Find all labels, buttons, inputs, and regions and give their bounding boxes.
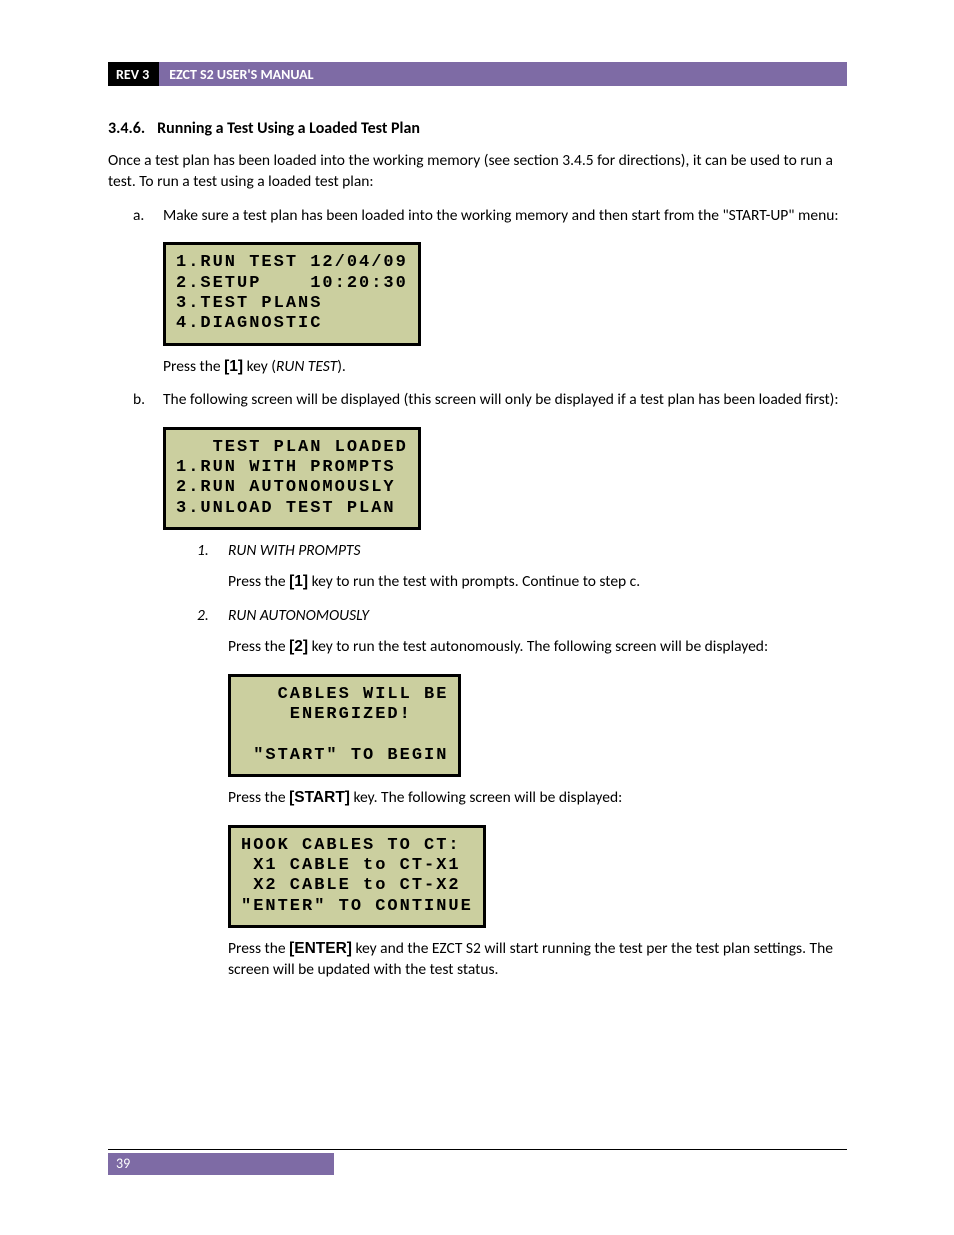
option-1-line: Press the [1] key to run the test with p… [228, 571, 847, 592]
step-a-text: Make sure a test plan has been loaded in… [163, 205, 847, 226]
step-a-after: Press the [1] key (RUN TEST). [163, 356, 847, 377]
lcd-test-plan-loaded: TEST PLAN LOADED 1.RUN WITH PROMPTS 2.RU… [163, 427, 421, 531]
option-1-title: RUN WITH PROMPTS [228, 541, 360, 560]
option-2-after1: Press the [START] key. The following scr… [228, 787, 847, 808]
key-enter: [ENTER] [289, 940, 352, 957]
section-number: 3.4.6. [108, 118, 145, 140]
option-2-marker: 2. [197, 605, 209, 626]
option-2: 2. RUN AUTONOMOUSLY Press the [2] key to… [163, 605, 847, 981]
section-intro: Once a test plan has been loaded into th… [108, 150, 847, 193]
key-2: [2] [289, 638, 308, 655]
section-heading: 3.4.6. Running a Test Using a Loaded Test… [108, 118, 847, 140]
step-b-text: The following screen will be displayed (… [163, 389, 847, 410]
header-rev: REV 3 [108, 62, 159, 86]
lcd-hook-cables: HOOK CABLES TO CT: X1 CABLE to CT-X1 X2 … [228, 825, 486, 929]
step-b: b. The following screen will be displaye… [108, 389, 847, 981]
step-b-marker: b. [133, 389, 145, 410]
lcd-cables-energized: CABLES WILL BE ENERGIZED! "START" TO BEG… [228, 674, 461, 778]
step-a: a. Make sure a test plan has been loaded… [108, 205, 847, 377]
section-title: Running a Test Using a Loaded Test Plan [157, 119, 420, 138]
lcd-startup-menu: 1.RUN TEST 12/04/09 2.SETUP 10:20:30 3.T… [163, 242, 421, 346]
header-title: EZCT S2 USER'S MANUAL [159, 66, 313, 83]
key-1b: [1] [289, 573, 308, 590]
page-header: REV 3 EZCT S2 USER'S MANUAL [108, 62, 847, 86]
page-content: 3.4.6. Running a Test Using a Loaded Test… [108, 118, 847, 993]
key-start: [START] [289, 789, 350, 806]
page-number: 39 [108, 1153, 334, 1175]
option-1: 1. RUN WITH PROMPTS Press the [1] key to… [163, 540, 847, 593]
option-1-marker: 1. [197, 540, 209, 561]
option-2-line: Press the [2] key to run the test autono… [228, 636, 847, 657]
option-2-title: RUN AUTONOMOUSLY [228, 606, 369, 625]
key-1: [1] [224, 358, 243, 375]
step-a-marker: a. [133, 205, 144, 226]
footer-rule [108, 1149, 847, 1150]
option-2-after2: Press the [ENTER] key and the EZCT S2 wi… [228, 938, 847, 981]
